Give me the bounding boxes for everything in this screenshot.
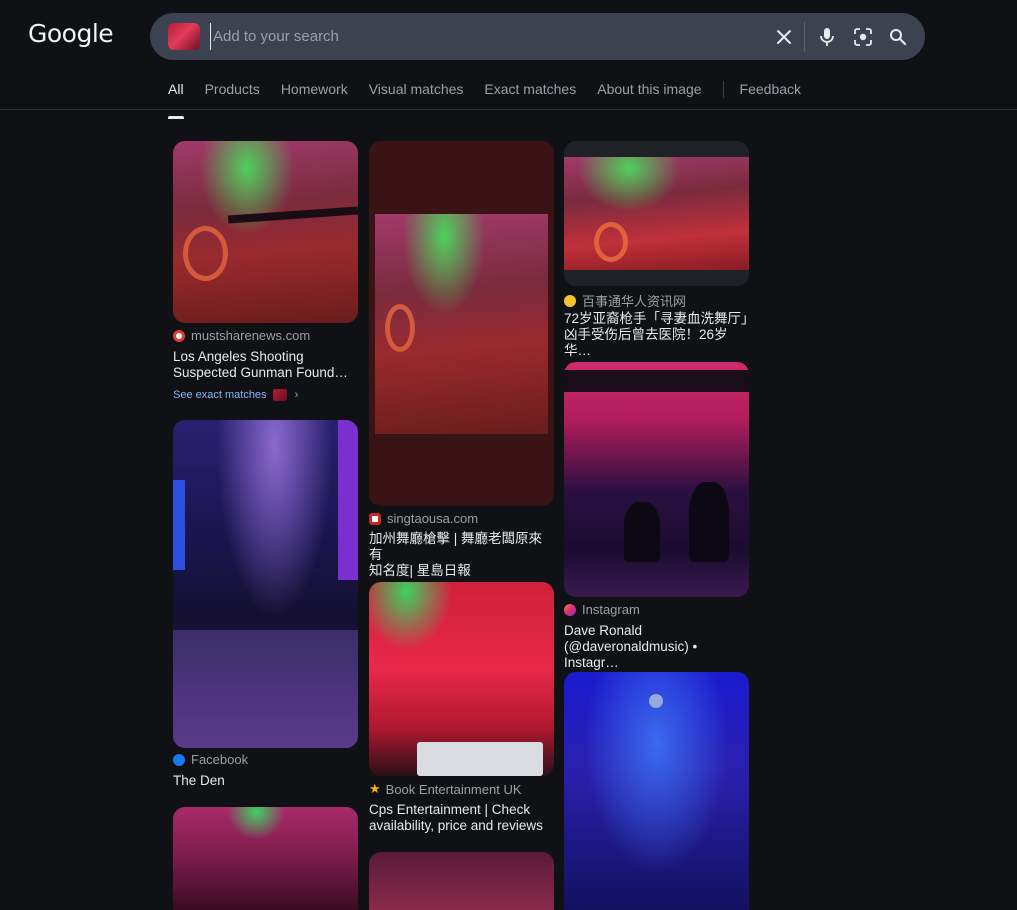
tab-divider (722, 81, 724, 98)
dancer-shape (689, 482, 729, 562)
tab-homework[interactable]: Homework (281, 81, 348, 110)
search-box[interactable] (150, 13, 925, 60)
chevron-right-icon: › (294, 389, 299, 401)
see-exact-matches-link[interactable]: See exact matches › (173, 389, 298, 401)
header: Google All Products Homework Visual matc… (0, 0, 1017, 119)
laptop-screen-shape (417, 742, 543, 776)
tab-about-this-image[interactable]: About this image (597, 81, 701, 110)
result-title-1[interactable]: Los Angeles Shooting Suspected Gunman Fo… (173, 349, 358, 381)
facebook-favicon (173, 753, 185, 766)
bestqb-favicon (564, 294, 576, 307)
star-icon: ★ (369, 781, 381, 796)
exact-match-thumbnail (272, 389, 287, 401)
result-source-1[interactable]: mustsharenews.com (173, 328, 310, 343)
result-image-1[interactable] (173, 141, 358, 323)
tab-all[interactable]: All (168, 81, 184, 119)
result-image-6-photo (564, 157, 749, 270)
mustsharenews-favicon (173, 329, 185, 342)
search-icon[interactable] (886, 25, 910, 49)
blue-light-shape (173, 480, 185, 570)
result-image-9[interactable] (564, 362, 749, 597)
microphone-icon[interactable] (815, 25, 839, 49)
result-source-4[interactable]: Facebook (173, 752, 248, 767)
lighting-truss-shape (564, 370, 749, 392)
result-image-8[interactable] (369, 852, 554, 910)
result-title-6[interactable]: 72岁亚裔枪手「寻妻血洗舞厅」 凶手受伤后曾去医院！26岁华… (564, 311, 755, 359)
results-tabs: All Products Homework Visual matches Exa… (168, 81, 822, 119)
result-image-2[interactable] (173, 420, 358, 748)
result-image-5[interactable] (369, 582, 554, 776)
fan-shape (385, 304, 415, 352)
result-title-9[interactable]: Dave Ronald (@daveronaldmusic) • Instagr… (564, 623, 749, 671)
result-title-3[interactable]: 加州舞廳槍擊 | 舞廳老闆原來有 知名度| 星島日報 (369, 531, 554, 579)
disco-ball-shape (649, 694, 663, 708)
result-image-3[interactable] (369, 141, 554, 506)
result-image-6[interactable] (564, 141, 749, 286)
search-divider (804, 22, 805, 52)
search-input[interactable] (210, 23, 750, 50)
fan-shape (594, 222, 628, 262)
result-source-6[interactable]: 百事通华人资讯网 (564, 291, 686, 310)
singtaousa-favicon (369, 512, 381, 525)
dancer-shape (624, 502, 660, 562)
tables-shape (227, 206, 358, 224)
tab-exact-matches[interactable]: Exact matches (484, 81, 576, 110)
search-image-thumbnail[interactable] (168, 23, 200, 50)
google-logo[interactable]: Google (28, 19, 114, 48)
result-source-3[interactable]: singtaousa.com (369, 511, 478, 526)
result-title-5[interactable]: Cps Entertainment | Check availability, … (369, 802, 554, 834)
result-title-4[interactable]: The Den (173, 773, 358, 789)
floor-shape (173, 630, 358, 748)
result-source-9[interactable]: Instagram (564, 602, 640, 617)
purple-wall-shape (338, 420, 358, 580)
close-icon[interactable] (772, 25, 796, 49)
lens-camera-icon[interactable] (851, 25, 875, 49)
tab-visual-matches[interactable]: Visual matches (369, 81, 464, 110)
tab-products[interactable]: Products (205, 81, 260, 110)
result-image-7[interactable] (173, 807, 358, 910)
tab-feedback[interactable]: Feedback (740, 81, 801, 110)
result-image-10[interactable] (564, 672, 749, 910)
fan-shape (183, 226, 228, 281)
result-image-3-photo (375, 214, 548, 434)
instagram-favicon (564, 603, 576, 616)
result-source-5[interactable]: ★ Book Entertainment UK (369, 781, 522, 797)
